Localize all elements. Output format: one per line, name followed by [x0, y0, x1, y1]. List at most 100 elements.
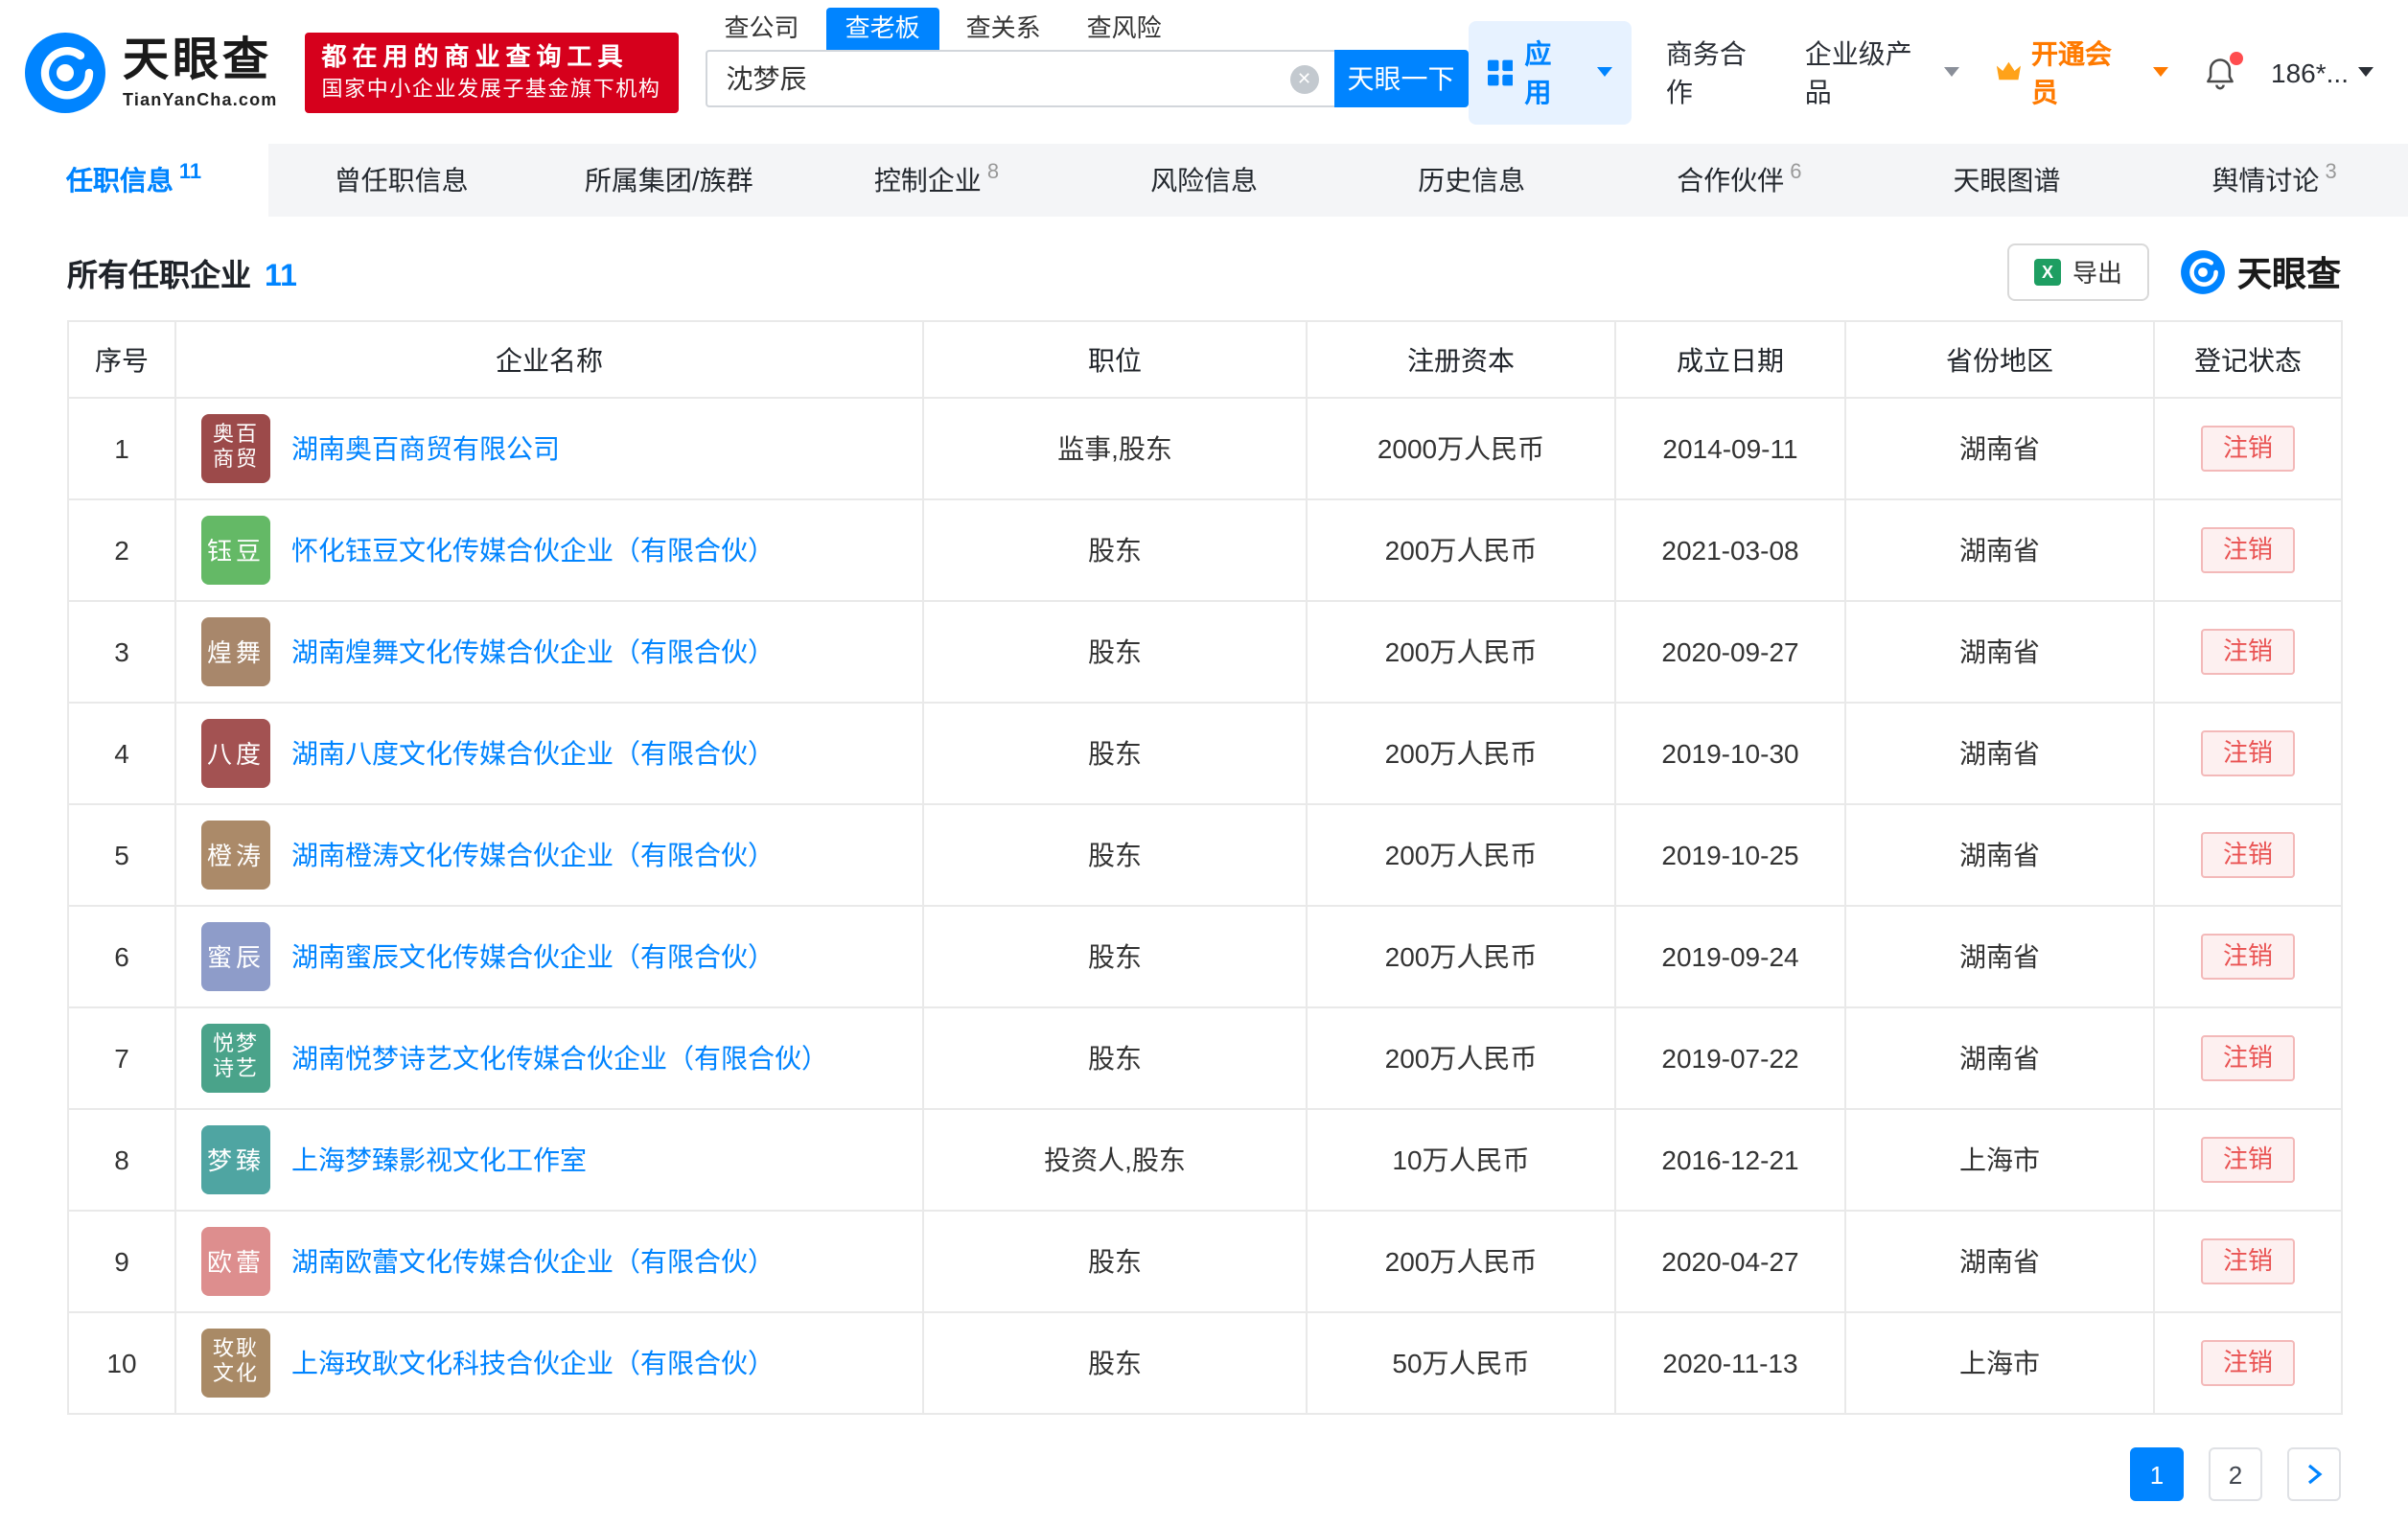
pagination: 12: [67, 1447, 2341, 1501]
notification-dot: [2229, 51, 2243, 64]
logo-text: 天眼查 TianYanCha.com: [123, 35, 278, 108]
nav-tab[interactable]: 所属集团/族群: [535, 144, 802, 217]
date-cell: 2019-10-25: [1614, 803, 1846, 907]
region-cell: 湖南省: [1844, 1006, 2155, 1110]
table-row: 1 奥百 商贸 湖南奥百商贸有限公司 监事,股东 2000万人民币 2014-09-11 湖南…: [67, 397, 2343, 500]
company-cell: 梦臻 上海梦臻影视文化工作室: [174, 1108, 924, 1212]
search-tab[interactable]: 查关系: [947, 8, 1060, 50]
status-badge: 注销: [2201, 832, 2294, 878]
row-number: 10: [67, 1311, 176, 1415]
excel-icon: X: [2033, 258, 2061, 285]
date-cell: 2020-09-27: [1614, 600, 1846, 704]
top-header: 天眼查 TianYanCha.com 都在用的商业查询工具 国家中小企业发展子基…: [0, 0, 2408, 144]
page-button-1[interactable]: 1: [2130, 1447, 2184, 1501]
company-link[interactable]: 怀化钰豆文化传媒合伙企业（有限合伙）: [291, 531, 775, 569]
company-link[interactable]: 湖南煌舞文化传媒合伙企业（有限合伙）: [291, 633, 775, 671]
search-tab[interactable]: 查老板: [825, 8, 939, 50]
status-cell: 注销: [2153, 905, 2343, 1008]
export-button[interactable]: X 导出: [2006, 243, 2149, 300]
chevron-down-icon: [1944, 67, 1960, 77]
company-link[interactable]: 湖南悦梦诗艺文化传媒合伙企业（有限合伙）: [291, 1039, 828, 1077]
date-cell: 2019-07-22: [1614, 1006, 1846, 1110]
profile-nav-tabs: 任职信息 11 曾任职信息 所属集团/族群 控制企业 8 风险信息 历史信息 合作伙伴 6 天眼图谱…: [0, 144, 2408, 217]
date-cell: 2020-04-27: [1614, 1210, 1846, 1313]
tianyancha-watermark: 天眼查: [2180, 246, 2341, 296]
page: 天眼查 TianYanCha.com 都在用的商业查询工具 国家中小企业发展子基…: [0, 0, 2408, 1526]
nav-tab[interactable]: 曾任职信息: [267, 144, 535, 217]
region-cell: 上海市: [1844, 1108, 2155, 1212]
search-button[interactable]: 天眼一下: [1333, 50, 1469, 107]
nav-tab-label: 控制企业: [873, 165, 982, 196]
clear-search-icon[interactable]: ✕: [1289, 65, 1319, 94]
search-tab[interactable]: 查风险: [1068, 8, 1181, 50]
table-row: 10 玫耿 文化 上海玫耿文化科技合伙企业（有限合伙） 股东 50万人民币 2020-11-…: [67, 1311, 2343, 1415]
position-cell: 股东: [922, 498, 1308, 602]
apps-label: 应用: [1524, 37, 1552, 106]
capital-cell: 50万人民币: [1306, 1311, 1616, 1415]
search-input[interactable]: [706, 52, 1334, 105]
user-account[interactable]: 186*...: [2271, 57, 2373, 87]
date-cell: 2019-09-24: [1614, 905, 1846, 1008]
menu-enterprise-products[interactable]: 企业级产品: [1804, 34, 1960, 110]
column-header: 省份地区: [1844, 320, 2155, 399]
status-cell: 注销: [2153, 1006, 2343, 1110]
company-link[interactable]: 湖南八度文化传媒合伙企业（有限合伙）: [291, 734, 775, 773]
company-link[interactable]: 湖南橙涛文化传媒合伙企业（有限合伙）: [291, 836, 775, 874]
nav-tab[interactable]: 舆情讨论 3: [2141, 144, 2408, 217]
nav-tab-label: 舆情讨论: [2211, 165, 2320, 196]
company-link[interactable]: 湖南欧蕾文化传媒合伙企业（有限合伙）: [291, 1242, 775, 1281]
table-row: 2 钰豆 怀化钰豆文化传媒合伙企业（有限合伙） 股东 200万人民币 2021-03-08…: [67, 498, 2343, 602]
capital-cell: 200万人民币: [1306, 1006, 1616, 1110]
section-title-text: 所有任职企业: [67, 260, 252, 292]
nav-tab-label: 所属集团/族群: [584, 165, 753, 196]
notification-bell[interactable]: [2202, 51, 2243, 89]
nav-tab-count: 3: [2325, 161, 2337, 184]
company-link[interactable]: 上海梦臻影视文化工作室: [291, 1141, 587, 1179]
menu-business-cooperation[interactable]: 商务合作: [1666, 34, 1771, 110]
region-cell: 湖南省: [1844, 905, 2155, 1008]
nav-tab-label: 任职信息: [65, 165, 174, 196]
row-number: 4: [67, 702, 176, 805]
company-cell: 钰豆 怀化钰豆文化传媒合伙企业（有限合伙）: [174, 498, 924, 602]
search-area: 查公司查老板查关系查风险 ✕ 天眼一下: [705, 6, 1469, 107]
nav-tab[interactable]: 控制企业 8: [802, 144, 1070, 217]
table-row: 6 蜜辰 湖南蜜辰文化传媒合伙企业（有限合伙） 股东 200万人民币 2019-09-24…: [67, 905, 2343, 1008]
enterprise-products-label: 企业级产品: [1804, 37, 1912, 106]
nav-tab-label: 历史信息: [1418, 165, 1526, 196]
menu-vip[interactable]: 开通会员: [1994, 34, 2168, 110]
capital-cell: 200万人民币: [1306, 803, 1616, 907]
company-logo: 梦臻: [201, 1125, 270, 1194]
company-link[interactable]: 上海玫耿文化科技合伙企业（有限合伙）: [291, 1344, 775, 1382]
nav-tab[interactable]: 历史信息: [1338, 144, 1606, 217]
date-cell: 2014-09-11: [1614, 397, 1846, 500]
column-header: 企业名称: [174, 320, 924, 399]
apps-menu-button[interactable]: 应用: [1468, 20, 1632, 124]
table-row: 5 橙涛 湖南橙涛文化传媒合伙企业（有限合伙） 股东 200万人民币 2019-10-25…: [67, 803, 2343, 907]
status-cell: 注销: [2153, 803, 2343, 907]
column-header: 成立日期: [1614, 320, 1846, 399]
nav-tab[interactable]: 风险信息: [1071, 144, 1338, 217]
company-logo: 八度: [201, 719, 270, 788]
nav-tab[interactable]: 合作伙伴 6: [1606, 144, 1873, 217]
position-cell: 股东: [922, 1311, 1308, 1415]
nav-tab[interactable]: 任职信息 11: [0, 144, 268, 217]
table-row: 7 悦梦 诗艺 湖南悦梦诗艺文化传媒合伙企业（有限合伙） 股东 200万人民币 2019-0…: [67, 1006, 2343, 1110]
page-button-2[interactable]: 2: [2209, 1447, 2262, 1501]
logo-title: 天眼查: [123, 34, 272, 85]
user-phone: 186*...: [2271, 57, 2349, 87]
nav-tab[interactable]: 天眼图谱: [1873, 144, 2141, 217]
next-page-button[interactable]: [2287, 1447, 2341, 1501]
nav-tab-label: 合作伙伴: [1677, 165, 1785, 196]
company-cell: 奥百 商贸 湖南奥百商贸有限公司: [174, 397, 924, 500]
top-menu: 应用 商务合作 企业级产品 开通会员 186*...: [1468, 20, 2373, 124]
company-link[interactable]: 湖南奥百商贸有限公司: [291, 429, 560, 468]
tianyancha-logo[interactable]: 天眼查 TianYanCha.com: [23, 30, 278, 114]
company-link[interactable]: 湖南蜜辰文化传媒合伙企业（有限合伙）: [291, 937, 775, 976]
region-cell: 湖南省: [1844, 498, 2155, 602]
slogan-line1: 都在用的商业查询工具: [321, 41, 629, 70]
nav-tab-label: 风险信息: [1150, 165, 1259, 196]
search-tab[interactable]: 查公司: [706, 8, 819, 50]
section-head: 所有任职企业 11 X 导出 天眼查: [67, 238, 2341, 305]
status-badge: 注销: [2201, 1238, 2294, 1284]
column-header: 注册资本: [1306, 320, 1616, 399]
